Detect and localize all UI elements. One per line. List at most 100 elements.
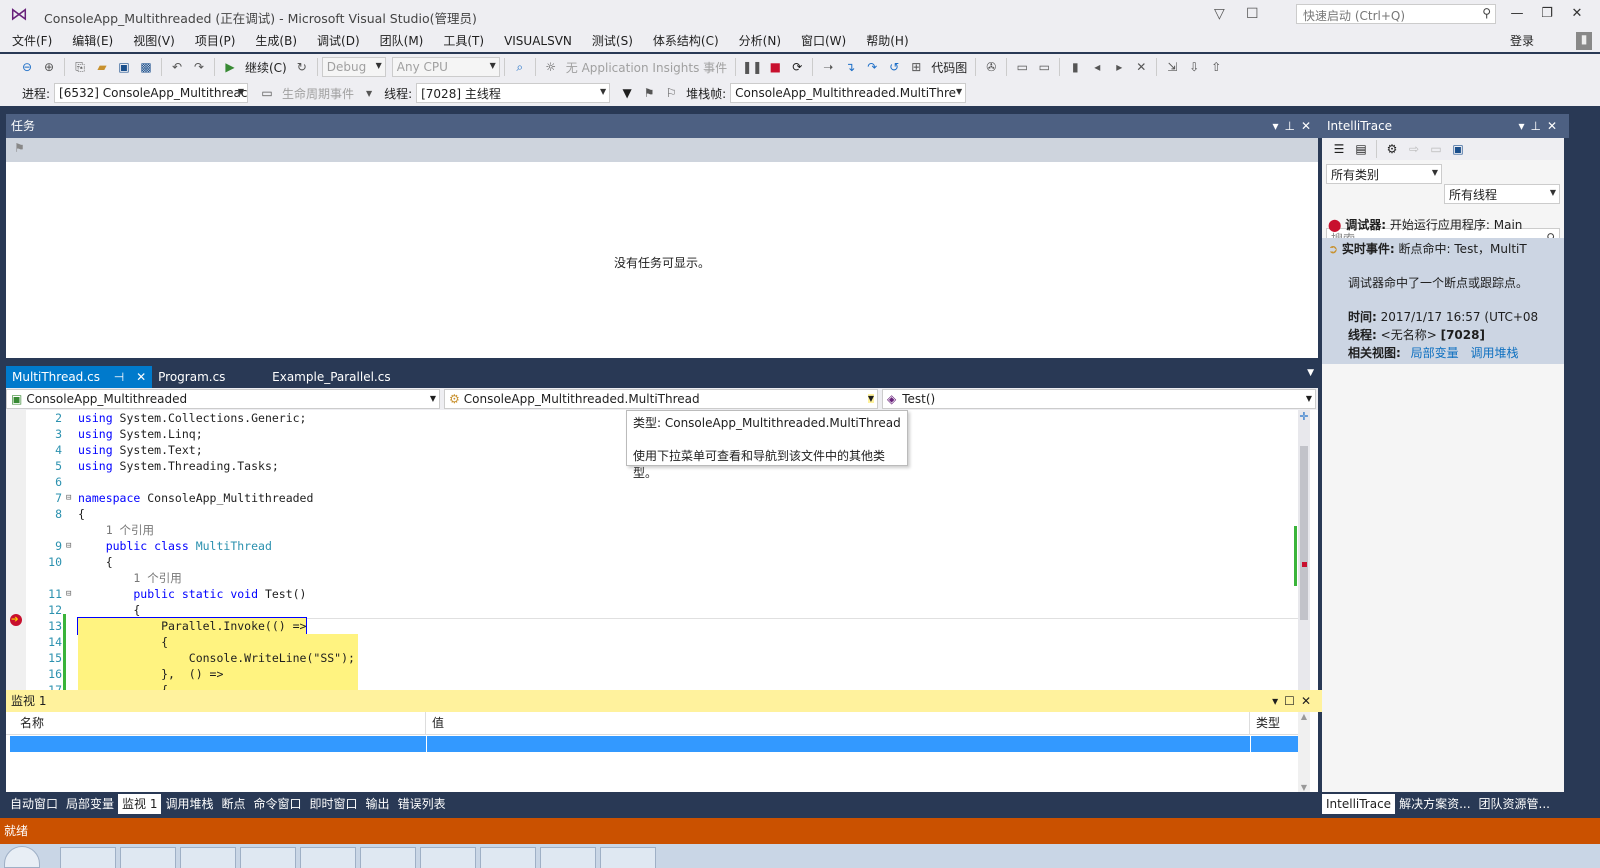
tab-autos[interactable]: 自动窗口 [6,794,62,814]
comment-icon[interactable]: ▭ [1013,57,1031,77]
continue-icon[interactable]: ▶ [221,57,239,77]
bookmark-icon[interactable]: ▮ [1066,57,1084,77]
pin-icon[interactable]: ⊣ [114,370,124,384]
menu-edit[interactable]: 编辑(E) [62,30,123,52]
step-over-icon[interactable]: ↷ [863,57,881,77]
insights-events-button[interactable]: 无 Application Insights 事件 [566,59,727,76]
project-combo[interactable]: ▣ ConsoleApp_Multithreaded ▼ [6,389,440,409]
scroll-down-icon[interactable]: ▼ [1298,783,1310,792]
show-flagged-icon[interactable]: ⚐ [662,83,680,103]
scrollbar-thumb[interactable] [1300,446,1308,620]
category-filter-combo[interactable]: 所有类别 ▼ [1326,164,1442,184]
collapse-icon[interactable]: ⊟ [66,490,71,506]
navigate-back-icon[interactable]: ⊖ [18,57,36,77]
settings-icon[interactable]: ⚙ [1383,139,1401,159]
tab-intellitrace[interactable]: IntelliTrace [1322,794,1396,814]
tab-immediate-window[interactable]: 即时窗口 [306,794,362,814]
step-out-icon[interactable]: ↺ [885,57,903,77]
reference-count[interactable]: 1 个引用 [78,522,154,538]
move-up-icon[interactable]: ⇧ [1207,57,1225,77]
pin-icon[interactable]: ⊥ [1530,119,1546,133]
uncomment-icon[interactable]: ▭ [1035,57,1053,77]
panel-close-icon[interactable]: ✕ [1301,694,1317,708]
member-combo[interactable]: ◈ Test() ▼ [882,389,1316,409]
tab-output[interactable]: 输出 [362,794,394,814]
tab-solution-explorer[interactable]: 解决方案资... [1395,794,1474,814]
column-type[interactable]: 类型 [1250,712,1298,734]
restart-small-icon[interactable]: ↻ [293,57,311,77]
save-all-icon[interactable]: ▩ [137,57,155,77]
tasks-filter-icon[interactable]: ⚑ [14,141,25,155]
panel-close-icon[interactable]: ✕ [1547,119,1563,133]
tab-close-icon[interactable]: ✕ [136,370,146,384]
tab-program-cs[interactable]: Program.cs [152,366,266,388]
taskbar-app[interactable] [540,847,596,868]
menu-project[interactable]: 项目(P) [185,30,246,52]
thread-filter-combo[interactable]: 所有线程 ▼ [1444,184,1560,204]
stackframe-combo[interactable]: ConsoleApp_Multithreaded.MultiThre ▼ [730,83,967,103]
redo-icon[interactable]: ↷ [190,57,208,77]
tab-error-list[interactable]: 错误列表 [394,794,450,814]
step-into-icon[interactable]: ↴ [841,57,859,77]
login-link[interactable]: 登录 [1510,32,1534,49]
type-combo[interactable]: ⚙ ConsoleApp_Multithreaded.MultiThread ▼ [444,389,878,409]
continue-button[interactable]: 继续(C) [245,59,287,76]
tab-overflow-icon[interactable]: ▼ [1307,368,1314,378]
open-log-icon[interactable]: ▭ [1427,139,1445,159]
pause-icon[interactable]: ❚❚ [742,57,762,77]
close-button[interactable]: ✕ [1566,6,1588,21]
taskbar-app[interactable] [240,847,296,868]
event-debugger-start[interactable]: ⬤ 调试器: 开始运行应用程序: Main [1328,216,1522,233]
menu-team[interactable]: 团队(M) [370,30,434,52]
tab-watch-1[interactable]: 监视 1 [118,794,162,814]
code-map-button[interactable]: 代码图 [931,59,967,76]
watch-vertical-scrollbar[interactable]: ▲ ▼ [1298,712,1310,792]
minimize-button[interactable]: — [1506,6,1528,21]
start-button[interactable] [4,846,40,868]
filter-icon[interactable]: ▼ [618,83,636,103]
taskbar-app[interactable] [360,847,416,868]
call-stack-link[interactable]: 调用堆栈 [1470,346,1518,360]
menu-window[interactable]: 窗口(W) [791,30,856,52]
panel-close-icon[interactable]: ✕ [1301,119,1317,133]
column-name[interactable]: 名称 [6,712,426,734]
insights-icon[interactable]: ☼ [542,57,560,77]
code-map-icon[interactable]: ⊞ [907,57,925,77]
menu-view[interactable]: 视图(V) [123,30,185,52]
clear-bookmarks-icon[interactable]: ✕ [1132,57,1150,77]
feedback-icon[interactable]: ☐ [1246,6,1259,22]
menu-analyze[interactable]: 分析(N) [729,30,791,52]
open-file-icon[interactable]: ▰ [93,57,111,77]
stop-icon[interactable]: ■ [766,57,784,77]
find-in-files-icon[interactable]: ⌕ [511,57,529,77]
editor-vertical-scrollbar[interactable]: ✛ [1294,410,1310,690]
save-trace-icon[interactable]: ▣ [1449,139,1467,159]
menu-tools[interactable]: 工具(T) [433,30,494,52]
menu-build[interactable]: 生成(B) [245,30,307,52]
reference-count[interactable]: 1 个引用 [78,570,181,586]
panel-menu-icon[interactable]: ▾ [1518,119,1530,133]
scroll-up-icon[interactable]: ▲ [1298,712,1310,721]
collapse-icon[interactable]: ⊟ [66,538,71,554]
move-down-icon[interactable]: ⇩ [1185,57,1203,77]
next-bookmark-icon[interactable]: ▸ [1110,57,1128,77]
navigate-forward-icon[interactable]: ⊕ [40,57,58,77]
tab-command-window[interactable]: 命令窗口 [250,794,306,814]
restore-button[interactable]: ❐ [1536,6,1558,21]
taskbar-app[interactable] [60,847,116,868]
taskbar-app[interactable] [480,847,536,868]
process-combo[interactable]: [6532] ConsoleApp_Multithreac ▼ [54,83,249,103]
taskbar-app[interactable] [180,847,236,868]
menu-test[interactable]: 测试(S) [582,30,643,52]
collapse-icon[interactable]: ⇲ [1163,57,1181,77]
locals-link[interactable]: 局部变量 [1411,346,1459,360]
pin-icon[interactable]: ⊥ [1284,119,1300,133]
glyph-margin[interactable] [6,410,26,690]
lifecycle-events-button[interactable]: 生命周期事件 [282,85,354,102]
thread-combo[interactable]: [7028] 主线程 ▼ [416,83,611,103]
taskbar-app[interactable] [600,847,656,868]
split-editor-icon[interactable]: ✛ [1298,410,1310,426]
menu-file[interactable]: 文件(F) [2,30,62,52]
lifecycle-events-icon[interactable]: ▭ [258,83,276,103]
menu-visualsvn[interactable]: VISUALSVN [494,30,582,52]
